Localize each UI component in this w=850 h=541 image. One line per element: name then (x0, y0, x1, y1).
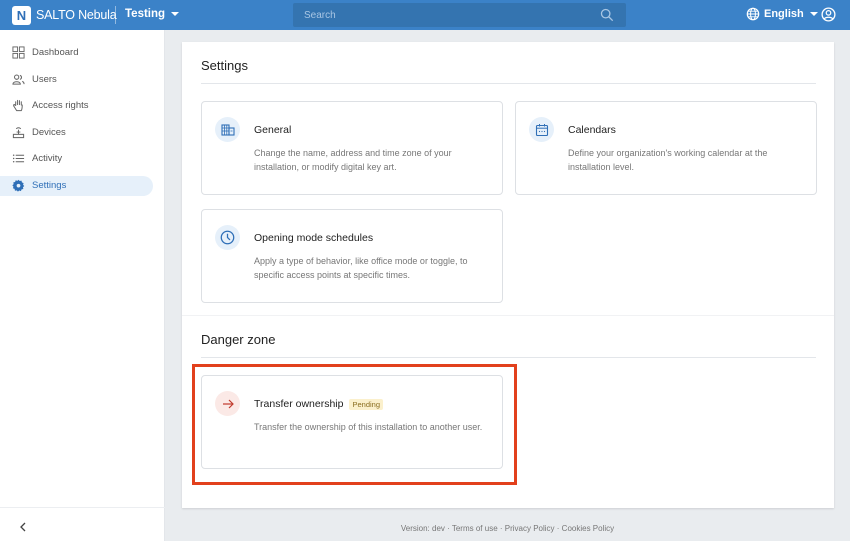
footer: Version: dev · Terms of use · Privacy Po… (165, 524, 850, 533)
sidebar-divider (0, 507, 165, 508)
installation-name: Testing (125, 8, 166, 20)
card-title: General (254, 124, 292, 136)
building-icon (215, 117, 240, 142)
status-badge: Pending (349, 398, 384, 410)
separator: · (497, 524, 505, 533)
sidebar: Dashboard Users Access rights Devices Ac… (0, 30, 165, 541)
sidebar-item-users[interactable]: Users (0, 70, 153, 90)
device-icon (12, 127, 25, 139)
danger-zone-title: Danger zone (201, 332, 276, 347)
card-title: Calendars (568, 124, 616, 136)
settings-panel: Settings General Change the name, addres… (182, 42, 834, 508)
version-label: Version: dev (400, 524, 445, 533)
users-icon (12, 74, 25, 85)
sidebar-item-label: Devices (32, 127, 66, 138)
search-box (293, 3, 626, 27)
terms-link[interactable]: Terms of use (452, 524, 498, 533)
sidebar-item-label: Dashboard (32, 47, 79, 58)
sidebar-item-label: Activity (32, 153, 63, 164)
card-title: Transfer ownership (254, 398, 344, 410)
brand-divider (115, 6, 116, 24)
list-icon (12, 154, 25, 163)
privacy-link[interactable]: Privacy Policy (505, 524, 555, 533)
caret-down-icon (171, 12, 180, 16)
page-title: Settings (201, 58, 248, 73)
caret-down-icon (809, 12, 818, 16)
card-opening-mode-schedules[interactable]: Opening mode schedules Apply a type of b… (201, 209, 503, 303)
gear-icon (12, 179, 25, 192)
clock-icon (215, 225, 240, 250)
installation-selector[interactable]: Testing (125, 8, 180, 20)
language-selector[interactable]: English (746, 7, 818, 21)
separator: · (554, 524, 562, 533)
arrow-right-icon (215, 391, 240, 416)
sidebar-item-settings[interactable]: Settings (0, 176, 153, 196)
calendar-icon (529, 117, 554, 142)
sidebar-item-devices[interactable]: Devices (0, 123, 153, 143)
search-icon[interactable] (600, 8, 614, 22)
sidebar-item-label: Settings (32, 180, 67, 191)
logo-icon[interactable]: N (12, 6, 31, 25)
card-description: Apply a type of behavior, like office mo… (254, 256, 468, 280)
card-general[interactable]: General Change the name, address and tim… (201, 101, 503, 195)
cookies-link[interactable]: Cookies Policy (562, 524, 614, 533)
sidebar-item-label: Access rights (32, 100, 89, 111)
chevron-left-icon[interactable] (16, 520, 30, 534)
card-transfer-ownership[interactable]: Transfer ownership Pending Transfer the … (201, 375, 503, 469)
brand-name: SALTO Nebula (36, 8, 117, 22)
section-divider (182, 315, 834, 316)
globe-icon (746, 7, 760, 21)
sidebar-item-dashboard[interactable]: Dashboard (0, 43, 153, 63)
sidebar-item-access-rights[interactable]: Access rights (0, 96, 153, 116)
card-description: Transfer the ownership of this installat… (254, 422, 483, 432)
card-description: Define your organization's working calen… (568, 148, 768, 172)
card-calendars[interactable]: Calendars Define your organization's wor… (515, 101, 817, 195)
dashboard-icon (12, 46, 25, 59)
search-input[interactable] (293, 3, 593, 27)
section-divider (201, 357, 816, 358)
card-description: Change the name, address and time zone o… (254, 148, 452, 172)
section-divider (201, 83, 816, 84)
account-icon[interactable] (821, 7, 836, 22)
hand-icon (13, 99, 23, 112)
language-label: English (764, 8, 804, 20)
sidebar-item-activity[interactable]: Activity (0, 149, 153, 169)
card-title: Opening mode schedules (254, 232, 374, 244)
top-bar: N SALTO Nebula Testing English (0, 0, 850, 30)
sidebar-item-label: Users (32, 74, 57, 85)
separator: · (444, 524, 452, 533)
